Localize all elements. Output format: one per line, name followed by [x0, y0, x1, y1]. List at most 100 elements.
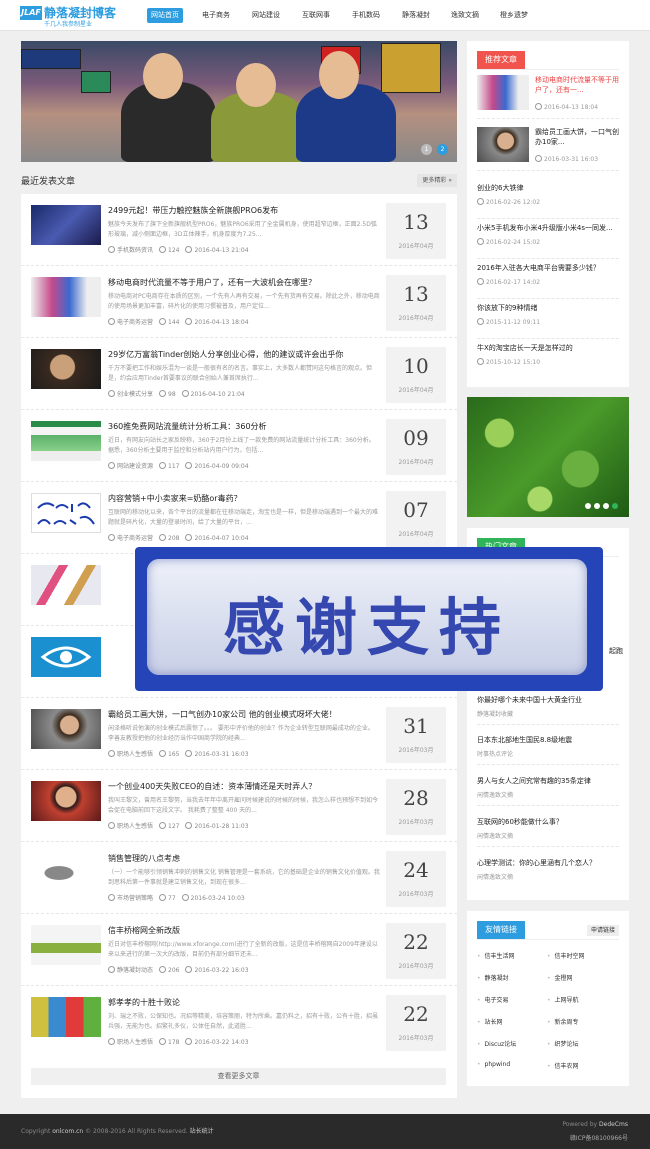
friend-link[interactable]: 新余周专 [547, 1017, 579, 1026]
links-tab[interactable]: 友情链接 [477, 921, 525, 939]
nav-ecommerce[interactable]: 电子商务 [202, 8, 230, 23]
friend-link[interactable]: 上网导航 [547, 995, 579, 1004]
recommend-thumbnail[interactable] [477, 127, 529, 162]
article-title[interactable]: 一个创业400天失败CEO的自述：资本薄情还是天时弄人？ [108, 781, 388, 792]
article-item[interactable]: 销售管理的八点考虑 （一）一个能够引领销售冲刺的销售文化 销售管理是一套系统，它… [21, 842, 457, 914]
apply-link-button[interactable]: 申请链接 [586, 925, 619, 936]
article-thumbnail[interactable] [31, 277, 101, 317]
article-item[interactable]: 郭孝孝的十胜十败论 刘、瑞之不败，公保知也。况招等精美，培容策丽，特为所乘。嘉仍… [21, 986, 457, 1058]
recommend-tab[interactable]: 推荐文章 [477, 51, 525, 69]
article-thumbnail[interactable] [31, 925, 101, 965]
article-title[interactable]: 销售管理的八点考虑 [108, 853, 388, 864]
slider-dot[interactable] [594, 503, 600, 509]
recent-item[interactable]: 2016年入驻各大电商平台需要多少钱？ 2016-02-17 14:02 [477, 263, 619, 299]
article-title[interactable]: 郭孝孝的十胜十败论 [108, 997, 388, 1008]
site-logo[interactable]: JLAF 静落凝封博客 千几人我参制星业 [20, 4, 140, 28]
article-thumbnail[interactable] [31, 205, 101, 245]
recent-item[interactable]: 小米5手机发布小米4升级版小米4s一同发... 2016-02-24 15:02 [477, 223, 619, 259]
banner-dot-2[interactable]: 2 [437, 144, 448, 155]
hot-item[interactable]: 互联网的60秒能做什么事？ 闲情逸致文摘 [477, 817, 619, 847]
banner-dot-1[interactable]: 1 [421, 144, 432, 155]
recommend-thumbnail[interactable] [477, 75, 529, 110]
article-title[interactable]: 360推免费网站流量统计分析工具：360分析 [108, 421, 388, 432]
article-category[interactable]: 职场人生感悟 [117, 751, 153, 758]
recent-title[interactable]: 牛X的淘宝店长一天是怎样过的 [477, 343, 619, 353]
article-thumbnail[interactable] [31, 781, 101, 821]
article-item[interactable]: 2499元起！带压力触控魅族全新旗舰PRO6发布 魅族今天发布了旗下全新旗舰机型… [21, 194, 457, 266]
hot-category[interactable]: 闲情逸致文摘 [477, 831, 513, 840]
stats-link[interactable]: 站长统计 [190, 1128, 214, 1135]
article-item[interactable]: 内容营销+中小卖家来=奶酪or毒药？ 互联网的移动化以来，各个平台的流量都在往移… [21, 482, 457, 554]
article-item[interactable]: 一个创业400天失败CEO的自述：资本薄情还是天时弄人？ 我叫王黎文，曾用名王黎… [21, 770, 457, 842]
article-item[interactable]: 信丰桥榕网全新改版 近日对信丰桥榕网(http://www.xforange.c… [21, 914, 457, 986]
footer-domain-link[interactable]: onlcom.cn [52, 1128, 83, 1135]
article-category[interactable]: 电子商务运营 [117, 535, 153, 542]
recent-title[interactable]: 小米5手机发布小米4升级版小米4s一同发... [477, 223, 619, 233]
recent-item[interactable]: 你该放下的9种情绪 2015-11-12 09:11 [477, 303, 619, 339]
nav-jingluo[interactable]: 静落凝封 [402, 8, 430, 23]
article-title[interactable]: 霸给员工画大饼，一口气创办10家公司 他的创业模式呀坏大佬！ [108, 709, 388, 720]
friend-link[interactable]: phpwind [477, 1061, 511, 1068]
hot-title[interactable]: 男人与女人之间究常有趣的35条定律 [477, 776, 619, 786]
load-more-button[interactable]: 查看更多文章 [31, 1068, 446, 1085]
icp-number[interactable]: 赣ICP备08100966号 [570, 1133, 628, 1142]
nav-mobile-digital[interactable]: 手机数码 [352, 8, 380, 23]
banner-slider[interactable]: 1 2 [21, 41, 457, 162]
article-category[interactable]: 创业模式分享 [117, 391, 153, 398]
article-item[interactable]: 霸给员工画大饼，一口气创办10家公司 他的创业模式呀坏大佬！ 闲泽格听说他演的创… [21, 698, 457, 770]
hot-title[interactable]: 心理学测试：你的心里涵有几个恋人？ [477, 858, 619, 868]
article-thumbnail[interactable] [31, 421, 101, 461]
friend-link[interactable]: 信丰生活网 [477, 951, 515, 960]
hot-item-partial[interactable]: 起跑 [609, 646, 623, 656]
article-thumbnail[interactable] [31, 853, 101, 893]
recommend-item[interactable]: 霸给员工画大饼，一口气创办10家... 2016-03-31 16:03 [477, 127, 619, 171]
friend-link[interactable]: 织梦论坛 [547, 1039, 579, 1048]
hot-title[interactable]: 日本东北部地生国民8.8级地震 [477, 735, 619, 745]
friend-link[interactable]: 信丰时空网 [547, 951, 585, 960]
recent-title[interactable]: 2016年入驻各大电商平台需要多少钱？ [477, 263, 619, 273]
article-thumbnail[interactable] [31, 565, 101, 605]
friend-link[interactable]: 金橙网 [547, 973, 573, 982]
hot-item[interactable]: 男人与女人之间究常有趣的35条定律 闲情逸致文摘 [477, 776, 619, 806]
nav-dream[interactable]: 橙乡遗梦 [500, 8, 528, 23]
article-category[interactable]: 职场人生感悟 [117, 823, 153, 830]
recent-item[interactable]: 创业的6大铁律 2016-02-26 12:02 [477, 183, 619, 219]
recent-title[interactable]: 你该放下的9种情绪 [477, 303, 619, 313]
article-title[interactable]: 内容营销+中小卖家来=奶酪or毒药？ [108, 493, 388, 504]
recent-title[interactable]: 创业的6大铁律 [477, 183, 619, 193]
hot-item[interactable]: 日本东北部地生国民8.8级地震 时事热点评论 [477, 735, 619, 765]
article-title[interactable]: 29岁亿万富翁Tinder创始人分享创业心得，他的建议或许会出乎你 [108, 349, 388, 360]
article-thumbnail[interactable] [31, 637, 101, 677]
hot-category[interactable]: 静落凝封收藏 [477, 709, 513, 718]
friend-link[interactable]: 电子交易 [477, 995, 509, 1004]
dedecms-link[interactable]: DedeCms [599, 1121, 628, 1128]
recommend-title[interactable]: 霸给员工画大饼，一口气创办10家... [535, 127, 619, 147]
article-item[interactable]: 移动电商时代流量不等于用户了，还有一大波机会在哪里？ 移动电商对PC电商存在本质… [21, 266, 457, 338]
article-category[interactable]: 静落凝封动态 [117, 967, 153, 974]
recommend-item[interactable]: 移动电商时代流量不等于用户了，还有一... 2016-04-13 18:04 [477, 75, 619, 119]
slider-dot[interactable] [612, 503, 618, 509]
hot-category[interactable]: 闲情逸致文摘 [477, 872, 513, 881]
article-category[interactable]: 市场营销策略 [117, 895, 153, 902]
friend-link[interactable]: 站长网 [477, 1017, 503, 1026]
article-category[interactable]: 手机数码资讯 [117, 247, 153, 254]
more-button[interactable]: 更多精彩 » [417, 174, 457, 187]
slider-dot[interactable] [585, 503, 591, 509]
article-category[interactable]: 电子商务运营 [117, 319, 153, 326]
friend-link[interactable]: Discuz论坛 [477, 1039, 517, 1048]
recommend-title[interactable]: 移动电商时代流量不等于用户了，还有一... [535, 75, 619, 95]
article-thumbnail[interactable] [31, 493, 101, 533]
article-category[interactable]: 网站建设资源 [117, 463, 153, 470]
nav-website-build[interactable]: 网站建设 [252, 8, 280, 23]
nav-internet[interactable]: 互联网事 [302, 8, 330, 23]
nav-home[interactable]: 网站首页 [147, 8, 183, 23]
hot-item[interactable]: 你最好哪个未来中国十大黄金行业 静落凝封收藏 [477, 695, 619, 725]
article-thumbnail[interactable] [31, 997, 101, 1037]
friend-link[interactable]: 静落凝封 [477, 973, 509, 982]
article-title[interactable]: 移动电商时代流量不等于用户了，还有一大波机会在哪里？ [108, 277, 388, 288]
nav-digest[interactable]: 逸致文摘 [451, 8, 479, 23]
hot-category[interactable]: 闲情逸致文摘 [477, 790, 513, 799]
slider-dot[interactable] [603, 503, 609, 509]
image-slider[interactable] [467, 397, 629, 517]
article-item[interactable]: 360推免费网站流量统计分析工具：360分析 近日，有网友向站长之家反映称，36… [21, 410, 457, 482]
